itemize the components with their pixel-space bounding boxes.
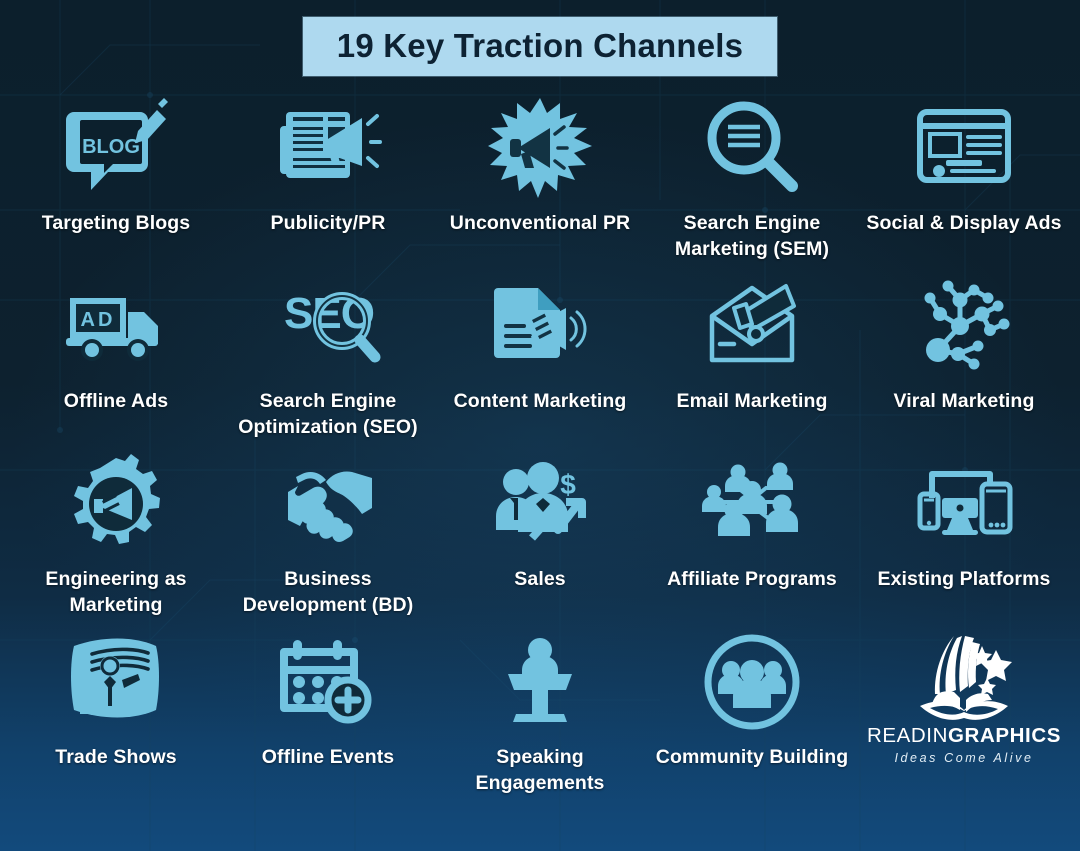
channel-item-offline-events[interactable]: Offline Events bbox=[222, 624, 434, 802]
network-nodes-icon bbox=[912, 274, 1016, 378]
channel-label: Speaking Engagements bbox=[475, 746, 605, 795]
channel-item-viral-marketing[interactable]: Viral Marketing bbox=[858, 268, 1070, 446]
channel-item-search-engine-marketing[interactable]: Search Engine Marketing (SEM) bbox=[646, 90, 858, 268]
channel-item-content-marketing[interactable]: Content Marketing bbox=[434, 268, 646, 446]
page-title: 19 Key Traction Channels bbox=[302, 17, 778, 76]
channel-label: Offline Ads bbox=[63, 390, 169, 412]
logo-wordmark-part2: GRAPHICS bbox=[948, 724, 1062, 747]
seo-magnifier-icon: SEO bbox=[276, 274, 381, 378]
svg-text:BLOG: BLOG bbox=[82, 136, 140, 158]
channel-item-publicity-pr[interactable]: Publicity/PR bbox=[222, 90, 434, 268]
channel-label: Search Engine Marketing (SEM) bbox=[674, 212, 830, 261]
calendar-plus-icon bbox=[276, 630, 380, 734]
svg-text:AD: AD bbox=[81, 309, 116, 331]
document-megaphone-icon bbox=[488, 274, 592, 378]
channel-item-existing-platforms[interactable]: Existing Platforms bbox=[858, 446, 1070, 624]
channel-item-search-engine-optimization[interactable]: SEO Search Engine Optimization (SEO) bbox=[222, 268, 434, 446]
trade-show-booth-icon bbox=[64, 630, 168, 734]
channel-item-email-marketing[interactable]: Email Marketing bbox=[646, 268, 858, 446]
channel-label: Sales bbox=[514, 568, 566, 590]
channel-label: Viral Marketing bbox=[893, 390, 1035, 412]
channel-item-offline-ads[interactable]: AD Offline Ads bbox=[10, 268, 222, 446]
channel-label: Search Engine Optimization (SEO) bbox=[238, 390, 418, 439]
channel-label: Offline Events bbox=[261, 746, 395, 768]
people-network-icon bbox=[700, 452, 804, 556]
channel-label: Targeting Blogs bbox=[41, 212, 191, 234]
channel-item-social-display-ads[interactable]: Social & Display Ads bbox=[858, 90, 1070, 268]
channel-label: Affiliate Programs bbox=[667, 568, 837, 590]
browser-banner-ad-icon bbox=[912, 96, 1016, 200]
channel-item-unconventional-pr[interactable]: Unconventional PR bbox=[434, 90, 646, 268]
logo-wordmark: READINGRAPHICS bbox=[866, 724, 1062, 747]
logo-tagline: Ideas Come Alive bbox=[894, 750, 1034, 765]
svg-text:$: $ bbox=[560, 469, 576, 500]
multi-device-icon bbox=[912, 452, 1016, 556]
channel-label: Publicity/PR bbox=[270, 212, 386, 234]
channel-label: Social & Display Ads bbox=[866, 212, 1062, 234]
channel-label: Trade Shows bbox=[55, 746, 177, 768]
channel-item-business-development[interactable]: Business Development (BD) bbox=[222, 446, 434, 624]
channel-item-speaking-engagements[interactable]: Speaking Engagements bbox=[434, 624, 646, 802]
starburst-megaphone-icon bbox=[488, 96, 592, 200]
channel-label: Existing Platforms bbox=[877, 568, 1051, 590]
channel-label: Community Building bbox=[655, 746, 849, 768]
handshake-icon bbox=[276, 452, 380, 556]
infographic-poster: 19 Key Traction Channels BLOG Targeting … bbox=[0, 0, 1080, 851]
blog-speech-bubble-pencil-icon: BLOG bbox=[64, 96, 168, 200]
channel-item-affiliate-programs[interactable]: Affiliate Programs bbox=[646, 446, 858, 624]
title-container: 19 Key Traction Channels bbox=[0, 17, 1080, 76]
channel-label: Engineering as Marketing bbox=[45, 568, 187, 617]
open-book-stars-icon bbox=[919, 636, 1012, 720]
channel-item-sales[interactable]: $ Sales bbox=[434, 446, 646, 624]
channels-grid: BLOG Targeting Blogs Publicity/PR Unconv… bbox=[10, 90, 1070, 802]
envelope-megaphone-icon bbox=[700, 274, 804, 378]
podium-speaker-icon bbox=[488, 630, 592, 734]
channel-item-engineering-as-marketing[interactable]: Engineering as Marketing bbox=[10, 446, 222, 624]
brand-logo: READINGRAPHICS Ideas Come Alive bbox=[858, 624, 1070, 802]
ad-delivery-truck-icon: AD bbox=[64, 274, 168, 378]
channel-label: Email Marketing bbox=[676, 390, 828, 412]
people-circle-icon bbox=[700, 630, 804, 734]
channel-label: Business Development (BD) bbox=[242, 568, 414, 617]
channel-item-trade-shows[interactable]: Trade Shows bbox=[10, 624, 222, 802]
salespeople-dollar-growth-icon: $ bbox=[488, 452, 592, 556]
channel-label: Unconventional PR bbox=[449, 212, 631, 234]
newspaper-megaphone-icon bbox=[276, 96, 382, 200]
channel-item-targeting-blogs[interactable]: BLOG Targeting Blogs bbox=[10, 90, 222, 268]
magnifier-document-icon bbox=[700, 96, 804, 200]
channel-item-community-building[interactable]: Community Building bbox=[646, 624, 858, 802]
gear-megaphone-icon bbox=[64, 452, 168, 556]
channel-label: Content Marketing bbox=[453, 390, 627, 412]
logo-wordmark-part1: READIN bbox=[866, 724, 949, 747]
